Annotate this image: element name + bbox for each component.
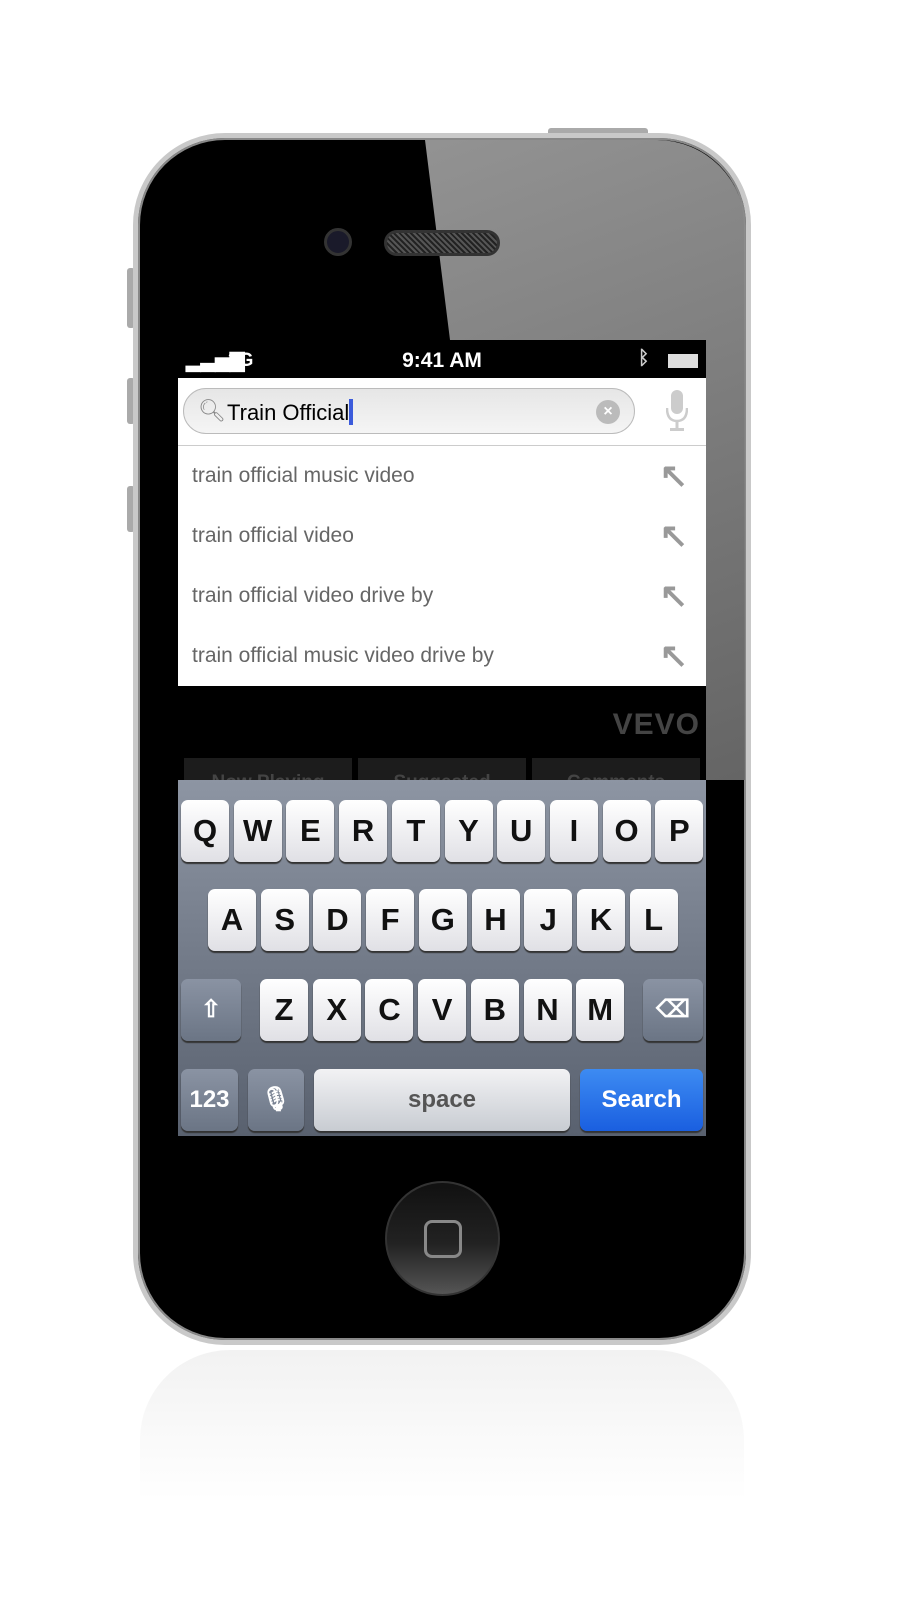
clock: 9:41 AM bbox=[402, 349, 482, 372]
microphone-icon: 🎙︎ bbox=[260, 1086, 292, 1113]
key-t[interactable]: T bbox=[391, 800, 440, 862]
microphone-icon[interactable] bbox=[666, 390, 688, 432]
screen: ▂▃▅▇ 3G 9:41 AM ᛒ 🔍︎ Train Official × tr… bbox=[178, 340, 706, 1136]
key-b[interactable]: B bbox=[470, 979, 519, 1041]
key-d[interactable]: D bbox=[313, 889, 362, 951]
key-p[interactable]: P bbox=[655, 800, 704, 862]
background-app: VEVO Now Playing Suggested Comments bbox=[178, 686, 706, 788]
key-o[interactable]: O bbox=[602, 800, 651, 862]
key-v[interactable]: V bbox=[418, 979, 467, 1041]
key-m[interactable]: M bbox=[576, 979, 625, 1041]
key-l[interactable]: L bbox=[629, 889, 678, 951]
suggestion-text: train official music video drive by bbox=[192, 644, 494, 667]
key-e[interactable]: E bbox=[286, 800, 335, 862]
key-w[interactable]: W bbox=[233, 800, 282, 862]
key-n[interactable]: N bbox=[523, 979, 572, 1041]
suggestion-text: train official video drive by bbox=[192, 584, 434, 607]
key-g[interactable]: G bbox=[418, 889, 467, 951]
key-j[interactable]: J bbox=[524, 889, 573, 951]
backspace-icon: ⌫ bbox=[656, 996, 690, 1023]
text-cursor bbox=[349, 399, 354, 425]
key-c[interactable]: C bbox=[365, 979, 414, 1041]
home-button[interactable] bbox=[385, 1181, 500, 1296]
key-s[interactable]: S bbox=[260, 889, 309, 951]
home-square-icon bbox=[424, 1220, 462, 1258]
suggestion-item[interactable]: train official music video drive by ↖ bbox=[178, 626, 706, 686]
fill-query-arrow-icon[interactable]: ↖ bbox=[660, 516, 689, 556]
key-a[interactable]: A bbox=[208, 889, 256, 951]
key-k[interactable]: K bbox=[576, 889, 625, 951]
key-z[interactable]: Z bbox=[260, 979, 308, 1041]
dictation-key[interactable]: 🎙︎ bbox=[248, 1069, 304, 1131]
key-x[interactable]: X bbox=[312, 979, 361, 1041]
key-i[interactable]: I bbox=[549, 800, 598, 862]
space-key[interactable]: space bbox=[314, 1069, 570, 1131]
clear-icon[interactable]: × bbox=[596, 400, 620, 424]
search-icon: 🔍︎ bbox=[198, 398, 226, 423]
key-r[interactable]: R bbox=[339, 800, 388, 862]
keyboard: Q W E R T Y U I O P A S D F G H J K L Z X C V B N M ⇧ ⌫ 123 🎙︎ space Se… bbox=[178, 780, 706, 1136]
suggestion-item[interactable]: train official music video ↖ bbox=[178, 446, 706, 506]
key-f[interactable]: F bbox=[366, 889, 415, 951]
shift-icon: ⇧ bbox=[200, 996, 222, 1023]
search-key[interactable]: Search bbox=[580, 1069, 703, 1131]
backspace-key[interactable]: ⌫ bbox=[643, 979, 703, 1041]
fill-query-arrow-icon[interactable]: ↖ bbox=[660, 576, 689, 616]
status-bar: ▂▃▅▇ 3G 9:41 AM ᛒ bbox=[178, 340, 706, 378]
search-bar: 🔍︎ Train Official × bbox=[178, 378, 706, 446]
suggestion-text: train official video bbox=[192, 524, 354, 547]
search-input[interactable]: 🔍︎ Train Official × bbox=[183, 388, 635, 434]
bluetooth-icon: ᛒ bbox=[638, 348, 650, 369]
numbers-key[interactable]: 123 bbox=[181, 1069, 238, 1131]
front-camera bbox=[324, 228, 352, 256]
shift-key[interactable]: ⇧ bbox=[181, 979, 241, 1041]
key-u[interactable]: U bbox=[497, 800, 546, 862]
vevo-logo: VEVO bbox=[612, 708, 700, 741]
fill-query-arrow-icon[interactable]: ↖ bbox=[660, 456, 689, 496]
suggestion-item[interactable]: train official video drive by ↖ bbox=[178, 566, 706, 626]
suggestion-list: train official music video ↖ train offici… bbox=[178, 446, 706, 686]
key-q[interactable]: Q bbox=[181, 800, 229, 862]
suggestion-text: train official music video bbox=[192, 464, 415, 487]
phone-reflection bbox=[140, 1350, 744, 1600]
key-h[interactable]: H bbox=[471, 889, 520, 951]
earpiece-speaker bbox=[384, 230, 500, 256]
key-y[interactable]: Y bbox=[444, 800, 493, 862]
fill-query-arrow-icon[interactable]: ↖ bbox=[660, 636, 689, 676]
search-input-value: Train Official bbox=[227, 400, 350, 425]
battery-icon bbox=[668, 354, 698, 368]
suggestion-item[interactable]: train official video ↖ bbox=[178, 506, 706, 566]
